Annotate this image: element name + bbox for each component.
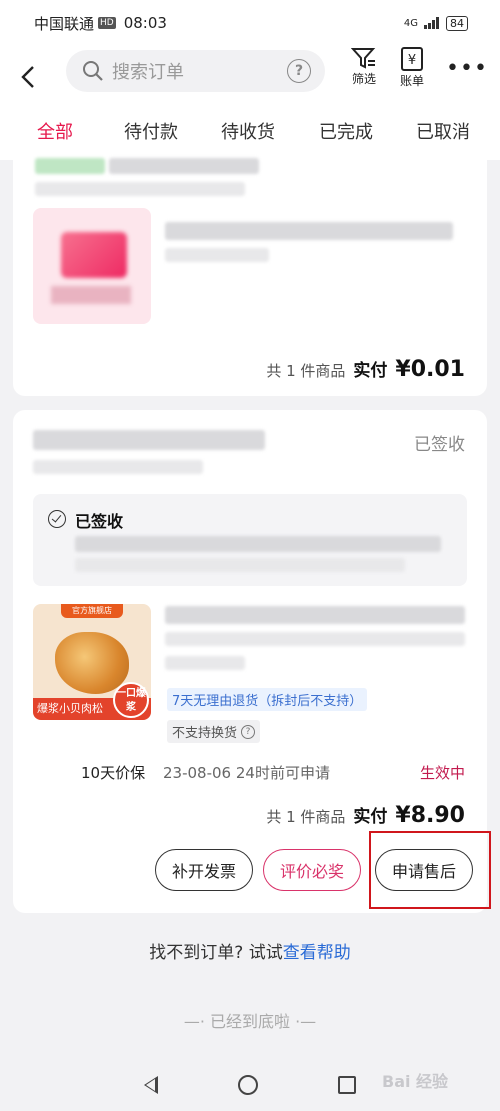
return-policy-tag: 7天无理由退货（拆封后不支持） [167,688,368,711]
order-2-total: 共 1 件商品 实付 ¥8.90 [266,802,465,828]
exchange-policy-tag: 不支持换货 ? [167,720,261,743]
network-label: 4G [403,17,418,29]
filter-icon [351,48,376,69]
hd-badge: HD [98,17,116,29]
tab-pending-payment[interactable]: 待付款 [124,118,178,144]
battery-icon: 84 [446,15,468,31]
product-title-blurred [165,606,465,624]
signal-icon [424,17,439,29]
tab-pending-receipt[interactable]: 待收货 [221,118,275,144]
bill-button[interactable]: ¥ 账单 [392,46,432,89]
filter-label: 筛选 [351,72,376,86]
price-protection-deadline: 23-08-06 24时前可申请 [163,764,330,782]
product-photo-badge: 一口爆浆 [113,682,149,718]
nav-recent-icon[interactable] [338,1075,356,1094]
product-title-blurred [165,222,453,240]
paid-label: 实付 [353,361,388,381]
view-help-link[interactable]: 查看帮助 [283,943,351,963]
logistics-title: 已签收 [75,512,124,531]
header: 搜索订单 ? 筛选 ¥ 账单 ••• [0,46,500,108]
nav-back-icon[interactable] [144,1075,158,1094]
filter-button[interactable]: 筛选 [344,46,384,87]
store-tag-blurred [35,158,105,174]
store-banner: 官方旗舰店 [61,604,123,618]
order-1-total: 共 1 件商品 实付 ¥0.01 [266,356,465,382]
end-of-list: —· 已经到底啦 ·— [183,1012,317,1031]
watermark-logo: Bai 经验 [382,1072,449,1091]
order-card-1[interactable]: 共 1 件商品 实付 ¥0.01 [13,150,487,396]
tab-cancelled[interactable]: 已取消 [416,118,470,144]
status-icons: 4G 84 [403,15,468,31]
product-subtitle-blurred [165,632,465,646]
product-image-2[interactable]: 官方旗舰店 爆浆小贝肉松 一口爆浆 [33,604,151,720]
annotation-highlight [369,831,491,909]
help-hint: 找不到订单? 试试查看帮助 [0,938,500,963]
question-icon[interactable]: ? [241,724,256,739]
search-placeholder: 搜索订单 [112,62,184,83]
product-graphic [61,232,127,278]
logistics-time-blurred [75,558,405,572]
paid-amount: ¥0.01 [395,357,465,382]
help-icon[interactable]: ? [287,59,311,83]
search-bar[interactable]: 搜索订单 ? [66,50,325,92]
check-circle-icon [48,510,66,528]
back-button[interactable] [0,53,56,101]
price-protection-status: 生效中 [419,764,465,782]
paid-label: 实付 [353,807,388,827]
paid-amount: ¥8.90 [395,803,465,828]
carrier-name: 中国联通 [34,14,95,33]
status-bar: 中国联通 HD 08:03 4G 84 [0,0,500,46]
carrier: 中国联通 HD 08:03 [34,13,167,34]
svg-text:¥: ¥ [408,53,416,68]
chevron-left-icon [21,66,34,88]
product-graphic-label [51,286,131,304]
order-status: 已签收 [414,435,465,455]
product-spec-blurred [165,248,269,262]
bill-label: 账单 [399,74,424,88]
product-spec-blurred [165,656,245,670]
more-button[interactable]: ••• [446,56,488,81]
logistics-detail-blurred [75,536,441,552]
review-button[interactable]: 评价必奖 [263,849,361,891]
store-name-blurred [109,158,259,174]
product-photo [55,632,129,694]
bill-icon: ¥ [401,47,423,71]
reissue-invoice-button[interactable]: 补开发票 [155,849,253,891]
item-count: 共 1 件商品 [266,362,346,380]
order-info-blurred [33,460,203,474]
search-icon [83,61,103,81]
clock: 08:03 [123,14,167,32]
help-prefix: 找不到订单? 试试 [149,943,283,963]
product-image-1[interactable] [33,208,151,324]
exchange-policy-label: 不支持换货 [172,726,238,741]
store-name-blurred [33,430,265,450]
price-protection-label: 10天价保 [81,764,146,782]
nav-home-icon[interactable] [238,1074,258,1095]
order-info-blurred [35,182,245,196]
tab-completed[interactable]: 已完成 [319,118,373,144]
logistics-panel[interactable]: 已签收 [33,494,467,586]
item-count: 共 1 件商品 [266,808,346,826]
tab-all[interactable]: 全部 [37,118,73,144]
